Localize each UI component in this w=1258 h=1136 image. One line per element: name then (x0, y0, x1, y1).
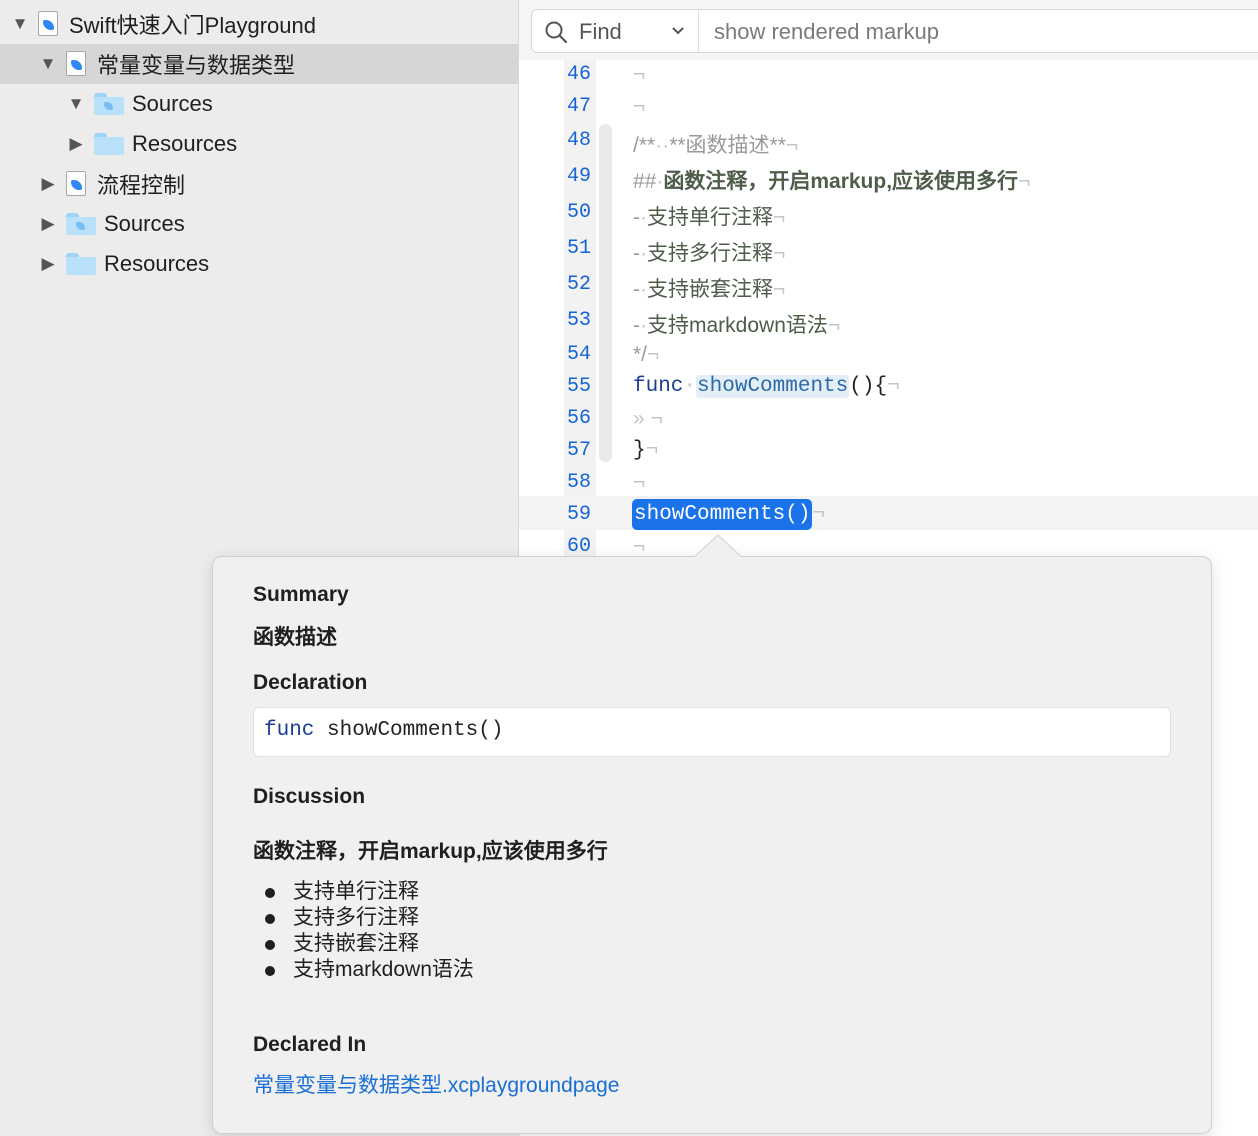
line-number: 60 (566, 535, 591, 558)
code-line: 48 /**··**函数描述**¬ (519, 126, 1258, 160)
list-item: 支持markdown语法 (265, 957, 474, 983)
line-number: 46 (566, 63, 591, 86)
line-number: 47 (566, 95, 591, 118)
summary-heading: Summary (253, 583, 349, 606)
line-number: 54 (566, 343, 591, 366)
swift-file-icon (38, 11, 60, 37)
find-divider (698, 10, 699, 52)
find-mode-label[interactable]: Find (579, 19, 622, 45)
bullet-icon (265, 940, 275, 950)
line-number: 57 (566, 439, 591, 462)
list-item: 支持单行注释 (265, 879, 474, 905)
folder-icon (94, 133, 124, 155)
code-line: 56 » ¬ (519, 404, 1258, 438)
quick-help-popover: Summary 函数描述 Declaration func showCommen… (212, 535, 1212, 1134)
function-name-highlight[interactable]: showComments (696, 375, 850, 398)
tree-item-label: Resources (132, 131, 238, 156)
line-number: 59 (566, 503, 591, 526)
sources-folder-icon (66, 213, 96, 235)
bullet-icon (265, 914, 275, 924)
discussion-bullet-list: 支持单行注释 支持多行注释 支持嵌套注释 支持markdown语法 (265, 879, 474, 983)
find-field[interactable]: Find (531, 9, 1258, 53)
tree-item-sources[interactable]: ▼ Sources (0, 84, 518, 124)
disclosure-closed-icon[interactable]: ▶ (38, 254, 58, 274)
tree-item-label: Sources (132, 91, 213, 116)
folder-icon (66, 253, 96, 275)
code-line: 54 */¬ (519, 340, 1258, 374)
line-number: 49 (566, 165, 591, 188)
list-item: 支持嵌套注释 (265, 931, 474, 957)
declaration-heading: Declaration (253, 671, 368, 694)
swift-file-icon (66, 171, 88, 197)
code-line: 47 ¬ (519, 92, 1258, 126)
tree-item-page-flow-control[interactable]: ▶ 流程控制 (0, 164, 518, 204)
code-line: 52 -·支持嵌套注释¬ (519, 270, 1258, 304)
line-number: 58 (566, 471, 591, 494)
disclosure-open-icon[interactable]: ▼ (38, 54, 58, 74)
declared-in-heading: Declared In (253, 1033, 367, 1056)
tree-item-page-constants[interactable]: ▼ 常量变量与数据类型 (0, 44, 518, 84)
code-line: 59 showComments()¬ (519, 499, 1258, 534)
line-number: 51 (566, 237, 591, 260)
code-line: 57 }¬ (519, 436, 1258, 470)
code-line: 50 -·支持单行注释¬ (519, 198, 1258, 232)
find-bar: Find (519, 0, 1258, 60)
swift-file-icon (66, 51, 88, 77)
disclosure-open-icon[interactable]: ▼ (10, 14, 30, 34)
disclosure-closed-icon[interactable]: ▶ (38, 174, 58, 194)
tree-item-label: 流程控制 (97, 173, 186, 198)
source-editor[interactable]: 46 ¬ 47 ¬ 48 /**··**函数描述**¬ 49 ##·函数注释，开… (519, 60, 1258, 560)
code-line: 58 ¬ (519, 468, 1258, 502)
list-item: 支持多行注释 (265, 905, 474, 931)
line-number: 50 (566, 201, 591, 224)
discussion-heading: Discussion (253, 785, 366, 808)
search-icon[interactable] (544, 20, 568, 44)
line-number: 53 (566, 309, 591, 332)
tree-item-sources-root[interactable]: ▶ Sources (0, 204, 518, 244)
tree-item-playground[interactable]: ▼ Swift快速入门Playground (0, 4, 518, 44)
tree-item-label: Resources (104, 251, 210, 276)
chevron-down-icon[interactable] (671, 26, 685, 36)
code-line: 51 -·支持多行注释¬ (519, 234, 1258, 268)
bullet-icon (265, 966, 275, 976)
declared-in-link[interactable]: 常量变量与数据类型.xcplaygroundpage (253, 1069, 619, 1099)
code-line: 53 -·支持markdown语法¬ (519, 306, 1258, 340)
tree-item-resources-root[interactable]: ▶ Resources (0, 244, 518, 284)
bullet-icon (265, 888, 275, 898)
tree-item-label: Sources (104, 211, 185, 236)
code-line: 46 ¬ (519, 60, 1258, 94)
line-number: 52 (566, 273, 591, 296)
line-number: 56 (566, 407, 591, 430)
disclosure-closed-icon[interactable]: ▶ (38, 214, 58, 234)
declaration-code: func showComments() (264, 719, 504, 742)
summary-text: 函数描述 (253, 626, 337, 649)
disclosure-open-icon[interactable]: ▼ (66, 94, 86, 114)
selected-call-expression[interactable]: showComments() (632, 499, 813, 530)
declaration-box: func showComments() (253, 707, 1171, 757)
code-line: 49 ##·函数注释，开启markup,应该使用多行¬ (519, 162, 1258, 196)
disclosure-closed-icon[interactable]: ▶ (66, 134, 86, 154)
find-query-input[interactable] (714, 19, 1214, 45)
line-number: 48 (566, 129, 591, 152)
discussion-title: 函数注释，开启markup,应该使用多行 (253, 840, 608, 863)
sources-folder-icon (94, 93, 124, 115)
tree-item-label: 常量变量与数据类型 (97, 53, 296, 78)
code-line: 55 func·showComments(){¬ (519, 372, 1258, 406)
line-number: 55 (566, 375, 591, 398)
tree-item-label: Swift快速入门Playground (69, 13, 316, 38)
tree-item-resources[interactable]: ▶ Resources (0, 124, 518, 164)
